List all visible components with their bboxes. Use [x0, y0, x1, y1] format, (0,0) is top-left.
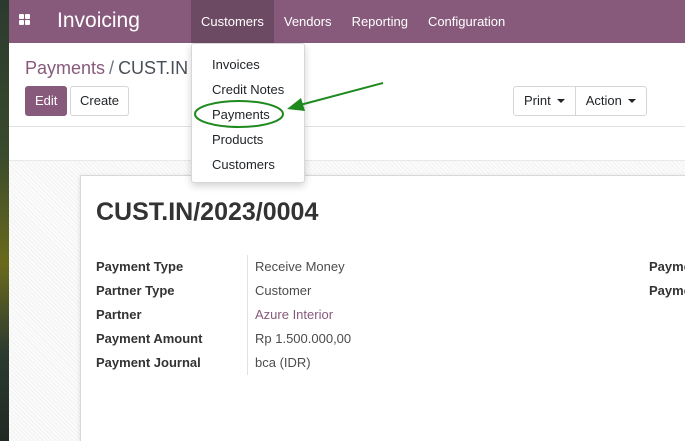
dropdown-item-customers[interactable]: Customers [192, 152, 304, 177]
form-sheet: CUST.IN/2023/0004 Payment Type Partner T… [80, 175, 685, 441]
dropdown-item-payments[interactable]: Payments [192, 102, 304, 127]
partner-type-label: Partner Type [96, 283, 175, 298]
menu-configuration[interactable]: Configuration [418, 0, 515, 43]
caret-down-icon [556, 99, 565, 103]
payment-type-value: Receive Money [255, 259, 345, 274]
menu-customers[interactable]: Customers [191, 0, 274, 43]
record-title: CUST.IN/2023/0004 [96, 198, 319, 226]
breadcrumb-payments-link[interactable]: Payments [25, 58, 105, 78]
breadcrumb-current: CUST.IN [118, 58, 189, 78]
payment-amount-label: Payment Amount [96, 331, 203, 346]
apps-menu-icon[interactable] [19, 14, 30, 25]
menu-vendors[interactable]: Vendors [274, 0, 342, 43]
top-navbar: Invoicing Customers Vendors Reporting Co… [9, 0, 685, 43]
app-title[interactable]: Invoicing [57, 8, 140, 34]
main-menu: Customers Vendors Reporting Configuratio… [191, 0, 515, 43]
create-button[interactable]: Create [70, 86, 130, 116]
caret-down-icon [627, 99, 636, 103]
field-values: Receive Money Customer Azure Interior Rp… [255, 255, 351, 375]
payment-journal-value: bca (IDR) [255, 355, 311, 370]
dropdown-item-products[interactable]: Products [192, 127, 304, 152]
partner-label: Partner [96, 307, 142, 322]
edit-button[interactable]: Edit [25, 86, 68, 116]
partner-type-value: Customer [255, 283, 312, 298]
payment-type-label: Payment Type [96, 259, 184, 274]
dropdown-item-invoices[interactable]: Invoices [192, 52, 304, 77]
payment-amount-value: Rp 1.500.000,00 [255, 331, 352, 346]
field-labels: Payment Type Partner Type Partner Paymen… [96, 255, 248, 375]
print-action-group: Print Action [513, 86, 647, 116]
partner-link[interactable]: Azure Interior [255, 303, 351, 327]
menu-reporting[interactable]: Reporting [342, 0, 418, 43]
right-field-labels: Payme Payme [649, 255, 685, 303]
form-view: CUST.IN/2023/0004 Payment Type Partner T… [9, 160, 685, 441]
action-label: Action [585, 93, 622, 108]
customers-dropdown-menu: Invoices Credit Notes Payments Products … [191, 43, 305, 183]
print-label: Print [524, 93, 551, 108]
right-field-label: Payme [649, 283, 685, 298]
action-button[interactable]: Action [574, 87, 646, 115]
desktop-background-strip [0, 0, 9, 441]
payment-journal-label: Payment Journal [96, 355, 201, 370]
dropdown-item-credit-notes[interactable]: Credit Notes [192, 77, 304, 102]
print-button[interactable]: Print [514, 87, 575, 115]
right-field-label: Payme [649, 259, 685, 274]
breadcrumb-separator: / [109, 58, 115, 78]
control-panel: Payments / CUST.IN Edit Create Print Actio… [9, 43, 685, 127]
breadcrumb: Payments / CUST.IN [25, 57, 188, 79]
